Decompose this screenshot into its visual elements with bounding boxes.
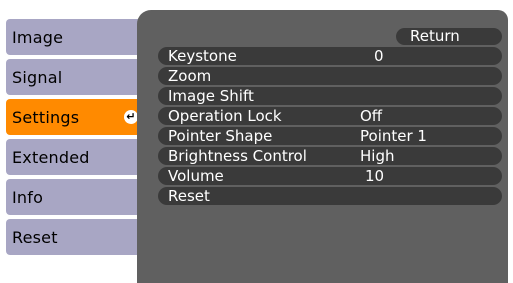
- setting-label: Volume: [168, 167, 224, 185]
- menu-item-label: Info: [12, 187, 44, 207]
- pointer-shape-value: Pointer 1: [360, 127, 427, 145]
- menu-item-label: Signal: [12, 67, 63, 87]
- setting-label: Reset: [168, 187, 210, 205]
- volume-value: 10: [365, 167, 385, 185]
- menu-item-reset[interactable]: Reset: [6, 219, 146, 255]
- menu-item-label: Settings: [12, 107, 80, 127]
- return-button[interactable]: Return: [396, 28, 502, 45]
- menu-item-info[interactable]: Info: [6, 179, 146, 215]
- setting-label: Image Shift: [168, 87, 254, 105]
- menu-item-label: Image: [12, 27, 64, 47]
- operation-lock-value: Off: [360, 107, 383, 125]
- brightness-control-value: High: [360, 147, 395, 165]
- menu-item-label: Extended: [12, 147, 90, 167]
- menu-item-label: Reset: [12, 227, 58, 247]
- menu-item-signal[interactable]: Signal: [6, 59, 146, 95]
- menu-item-image[interactable]: Image: [6, 19, 146, 55]
- setting-label: Zoom: [168, 67, 212, 85]
- setting-label: Brightness Control: [168, 147, 307, 165]
- menu-item-extended[interactable]: Extended: [6, 139, 146, 175]
- projector-settings-screen: Image Signal Settings ↵ Extended Info Re…: [0, 0, 513, 283]
- setting-label: Operation Lock: [168, 107, 282, 125]
- menu-item-settings[interactable]: Settings ↵: [6, 99, 146, 135]
- setting-label: Keystone: [168, 47, 237, 65]
- keystone-value: 0: [374, 47, 384, 65]
- setting-label: Pointer Shape: [168, 127, 273, 145]
- enter-icon: ↵: [124, 110, 138, 124]
